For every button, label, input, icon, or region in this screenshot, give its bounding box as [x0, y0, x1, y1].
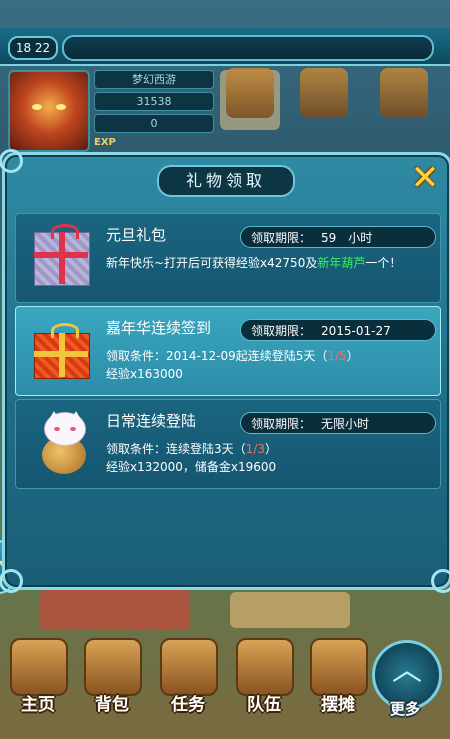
gift-name: 元旦礼包	[106, 226, 167, 244]
deadline-badge: 领取期限： 2015-01-27	[240, 319, 436, 341]
cat-eye	[54, 427, 60, 431]
deadline-badge: 领取期限： 无限小时	[240, 412, 436, 434]
gift-row-daily-login[interactable]: 日常连续登陆 领取期限： 无限小时 领取条件：连续登陆3天（1/3） 经验x132…	[15, 399, 441, 489]
desc-tail: 一个！	[365, 256, 402, 270]
deadline-label: 领取期限：	[251, 324, 312, 338]
deadline-label: 领取期限：	[251, 231, 312, 245]
chevron-up-icon: ︿	[392, 653, 422, 688]
deadline-value: 2015-01-27	[321, 324, 391, 338]
clock-time: 18 22	[8, 36, 58, 60]
deadline-label: 领取期限：	[251, 417, 312, 431]
cat-head	[44, 411, 86, 446]
close-button[interactable]: ✕	[407, 161, 443, 197]
gift-ribbon	[59, 232, 65, 284]
more-label: 更多	[389, 700, 420, 718]
condition-close: ）	[264, 442, 277, 456]
cat-eye	[70, 427, 76, 431]
exp-label: EXP	[94, 137, 116, 148]
desc-text: 新年快乐~打开后可获得经验x42750及	[106, 256, 318, 270]
nav-bag[interactable]: 背包	[80, 638, 142, 728]
gift-row-new-year[interactable]: 元旦礼包 领取期限： 59 小时 新年快乐~打开后可获得经验x42750及新年葫芦…	[15, 213, 441, 303]
nav-quest-label: 任务	[171, 695, 205, 715]
dialog-title: 礼物领取	[157, 165, 295, 197]
gift-ribbon	[34, 351, 88, 357]
scroll-menu-icon[interactable]	[226, 68, 274, 118]
player-item-count: 0	[94, 114, 214, 133]
treasure-chest-icon[interactable]	[300, 68, 348, 118]
gift-description: 领取条件：2014-12-09起连续登陆5天（1/5） 经验x163000	[106, 347, 432, 383]
gift-box-icon	[28, 224, 96, 292]
gift-ribbon	[34, 252, 88, 258]
stall-icon	[310, 638, 368, 696]
home-icon	[10, 638, 68, 696]
gold-ingot-icon[interactable]	[380, 68, 428, 118]
deadline-value: 59 小时	[321, 231, 373, 245]
nav-team-label: 队伍	[247, 695, 281, 715]
team-icon	[236, 638, 294, 696]
lucky-cat-icon	[28, 410, 96, 478]
nav-home-label: 主页	[21, 695, 55, 715]
progress-count: 1/3	[245, 442, 265, 456]
top-status-bar: 18 22	[0, 28, 450, 66]
reward-text: 经验x132000，储备金x19600	[106, 460, 277, 474]
deadline-value: 无限小时	[321, 417, 370, 431]
cat-ear	[47, 411, 61, 423]
dialog-corner-ornament	[431, 569, 450, 593]
bag-icon	[84, 638, 142, 696]
cat-ear	[69, 411, 83, 423]
nav-stall-label: 摆摊	[321, 695, 355, 715]
player-gold: 31538	[94, 92, 214, 111]
progress-count: 1/5	[327, 349, 347, 363]
gift-name: 嘉年华连续签到	[106, 319, 212, 337]
bottom-nav: 主页 背包 任务 队伍 摆摊 ︿ 更多	[0, 628, 450, 739]
gift-description: 领取条件：连续登陆3天（1/3） 经验x132000，储备金x19600	[106, 440, 432, 476]
gift-name: 日常连续登陆	[106, 412, 197, 430]
nav-team[interactable]: 队伍	[232, 638, 294, 728]
nav-stall[interactable]: 摆摊	[306, 638, 368, 728]
dialog-corner-ornament	[0, 149, 23, 173]
player-name: 梦幻西游	[94, 70, 214, 89]
condition-text: 领取条件：连续登陆3天（	[106, 442, 246, 456]
red-gift-icon	[28, 317, 96, 385]
condition-text: 领取条件：2014-12-09起连续登陆5天（	[106, 349, 328, 363]
nav-bag-label: 背包	[95, 695, 129, 715]
player-avatar[interactable]	[8, 70, 90, 152]
nav-quest[interactable]: 任务	[156, 638, 218, 728]
gift-claim-dialog: 礼物领取 ✕ 元旦礼包 领取期限： 59 小时 新年快乐~打开后可获得经验x427…	[0, 149, 450, 593]
nav-home[interactable]: 主页	[6, 638, 68, 728]
avatar-eye	[56, 104, 66, 110]
close-x-icon: ✕	[410, 158, 440, 198]
avatar-eye	[32, 104, 42, 110]
deadline-badge: 领取期限： 59 小时	[240, 226, 436, 248]
quest-scroll-icon	[160, 638, 218, 696]
reward-text: 经验x163000	[106, 367, 183, 381]
gift-row-carnival-signin[interactable]: 嘉年华连续签到 领取期限： 2015-01-27 领取条件：2014-12-09起…	[15, 306, 441, 396]
condition-close: ）	[346, 349, 359, 363]
gift-bow	[51, 323, 79, 338]
top-message-bar	[62, 35, 434, 61]
gift-description: 新年快乐~打开后可获得经验x42750及新年葫芦一个！	[106, 254, 432, 272]
gift-bow	[51, 224, 79, 239]
desc-highlight-item: 新年葫芦	[317, 256, 366, 270]
dialog-corner-ornament	[0, 569, 23, 593]
